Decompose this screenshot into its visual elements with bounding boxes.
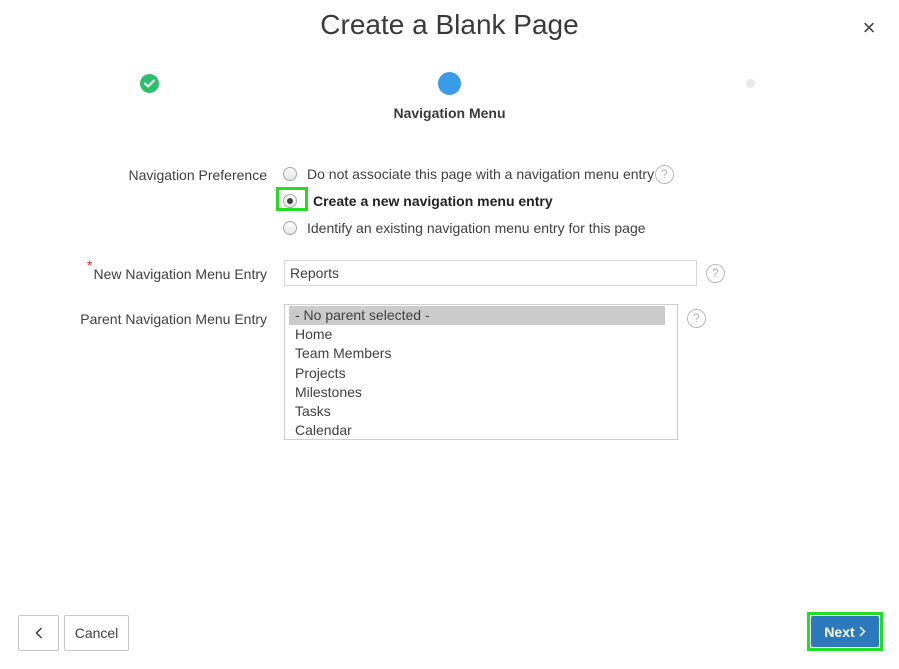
wizard-step-completed (140, 74, 159, 93)
list-option[interactable]: Team Members (289, 344, 665, 363)
list-option[interactable]: Tasks (289, 402, 665, 421)
list-option[interactable]: Milestones (289, 383, 665, 402)
cancel-button[interactable]: Cancel (64, 615, 129, 651)
radio-button[interactable] (283, 167, 297, 181)
help-icon[interactable]: ? (687, 309, 706, 328)
navigation-preference-label: Navigation Preference (128, 167, 267, 183)
back-button[interactable] (18, 615, 59, 651)
wizard-step-current (438, 72, 461, 95)
help-icon[interactable]: ? (655, 165, 674, 184)
list-option[interactable]: Calendar (289, 421, 665, 439)
help-icon[interactable]: ? (706, 264, 725, 283)
radio-option-label: Do not associate this page with a naviga… (307, 166, 655, 182)
wizard-step-upcoming (746, 79, 755, 88)
list-option[interactable]: Home (289, 325, 665, 344)
radio-option-create-new[interactable]: Create a new navigation menu entry (283, 191, 553, 211)
list-option[interactable]: Projects (289, 364, 665, 383)
parent-entry-listbox[interactable]: - No parent selected - Home Team Members… (284, 304, 678, 440)
close-icon[interactable]: × (857, 16, 881, 40)
checkmark-icon (144, 79, 155, 88)
parent-entry-label: Parent Navigation Menu Entry (80, 311, 267, 327)
radio-option-identify-existing[interactable]: Identify an existing navigation menu ent… (283, 218, 646, 238)
list-option[interactable]: - No parent selected - (289, 306, 665, 326)
next-button-label: Next (824, 623, 855, 640)
new-entry-label: New Navigation Menu Entry (93, 266, 267, 282)
required-indicator: * (87, 257, 93, 273)
focus-highlight (276, 187, 308, 211)
new-entry-input[interactable] (284, 260, 697, 286)
wizard-step-label: Navigation Menu (393, 105, 506, 121)
dialog-title: Create a Blank Page (320, 9, 579, 40)
radio-option-label: Identify an existing navigation menu ent… (307, 220, 646, 236)
radio-option-label: Create a new navigation menu entry (313, 193, 553, 209)
chevron-left-icon (34, 627, 42, 639)
radio-button[interactable] (283, 221, 297, 235)
chevron-right-icon (859, 626, 866, 637)
next-button[interactable]: Next (811, 616, 879, 647)
radio-option-no-association[interactable]: Do not associate this page with a naviga… (283, 164, 654, 184)
